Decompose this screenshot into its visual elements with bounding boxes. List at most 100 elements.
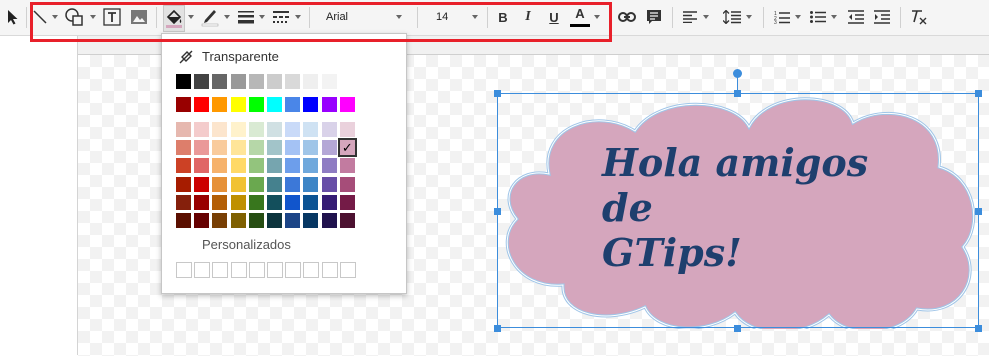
- color-swatch[interactable]: [339, 97, 355, 112]
- border-color-dropdown[interactable]: [224, 5, 230, 29]
- insert-comment-button[interactable]: [644, 5, 664, 29]
- color-swatch[interactable]: [194, 176, 210, 192]
- color-swatch[interactable]: ✓: [337, 138, 357, 158]
- color-swatch[interactable]: [176, 140, 191, 156]
- color-swatch[interactable]: [285, 122, 301, 137]
- border-color-button[interactable]: [199, 5, 221, 29]
- color-swatch[interactable]: [321, 213, 337, 228]
- color-swatch[interactable]: [285, 194, 301, 210]
- font-size-select[interactable]: 14: [426, 5, 482, 29]
- color-swatch[interactable]: [339, 194, 355, 210]
- color-swatch[interactable]: [194, 97, 210, 112]
- color-swatch[interactable]: [248, 140, 264, 156]
- color-swatch[interactable]: [285, 97, 301, 112]
- color-swatch[interactable]: [248, 213, 264, 228]
- resize-handle-sw[interactable]: [494, 325, 501, 332]
- border-weight-button[interactable]: [235, 5, 257, 29]
- color-swatch[interactable]: [176, 122, 191, 137]
- color-swatch[interactable]: [339, 74, 355, 89]
- color-swatch[interactable]: [230, 97, 246, 112]
- custom-color-slot[interactable]: [267, 262, 283, 278]
- color-swatch[interactable]: [303, 140, 319, 156]
- custom-color-slot[interactable]: [194, 262, 211, 278]
- color-swatch[interactable]: [303, 213, 319, 228]
- resize-handle-ne[interactable]: [975, 90, 982, 97]
- color-swatch[interactable]: [339, 122, 355, 137]
- color-swatch[interactable]: [303, 122, 319, 137]
- color-swatch[interactable]: [194, 74, 210, 89]
- color-swatch[interactable]: [176, 158, 191, 174]
- color-swatch[interactable]: [230, 176, 246, 192]
- color-swatch[interactable]: [176, 213, 191, 228]
- shape-dropdown[interactable]: [90, 5, 96, 29]
- transparent-option[interactable]: Transparente: [179, 49, 279, 64]
- color-swatch[interactable]: [339, 158, 355, 174]
- color-swatch[interactable]: [176, 194, 191, 210]
- color-swatch[interactable]: [339, 213, 355, 228]
- bold-button[interactable]: B: [494, 5, 512, 29]
- color-swatch[interactable]: [212, 74, 228, 89]
- color-swatch[interactable]: [285, 74, 301, 89]
- color-swatch[interactable]: [212, 194, 228, 210]
- color-swatch[interactable]: [267, 122, 282, 137]
- insert-link-button[interactable]: [617, 5, 637, 29]
- textbox-button[interactable]: [101, 5, 123, 29]
- color-swatch[interactable]: [176, 176, 191, 192]
- shape-tool-button[interactable]: [63, 5, 87, 29]
- color-swatch[interactable]: [285, 140, 301, 156]
- color-swatch[interactable]: [339, 176, 355, 192]
- clear-formatting-button[interactable]: [908, 5, 930, 29]
- resize-handle-w[interactable]: [494, 208, 501, 215]
- color-swatch[interactable]: [212, 97, 228, 112]
- color-swatch[interactable]: [194, 140, 210, 156]
- color-swatch[interactable]: [267, 97, 282, 112]
- color-swatch[interactable]: [230, 74, 246, 89]
- color-swatch[interactable]: [267, 74, 282, 89]
- color-swatch[interactable]: [212, 158, 228, 174]
- color-swatch[interactable]: [285, 213, 301, 228]
- resize-handle-se[interactable]: [975, 325, 982, 332]
- color-swatch[interactable]: [212, 213, 228, 228]
- color-swatch[interactable]: [321, 122, 337, 137]
- color-swatch[interactable]: [267, 158, 282, 174]
- color-swatch[interactable]: [176, 97, 191, 112]
- color-swatch[interactable]: [230, 158, 246, 174]
- italic-button[interactable]: I: [519, 5, 537, 29]
- color-swatch[interactable]: [321, 140, 337, 156]
- color-swatch[interactable]: [321, 74, 337, 89]
- fill-color-button[interactable]: [163, 5, 185, 32]
- border-dash-button[interactable]: [270, 5, 292, 29]
- color-swatch[interactable]: [303, 97, 319, 112]
- resize-handle-e[interactable]: [975, 208, 982, 215]
- color-swatch[interactable]: [285, 158, 301, 174]
- color-swatch[interactable]: [267, 140, 282, 156]
- color-swatch[interactable]: [212, 140, 228, 156]
- color-swatch[interactable]: [321, 158, 337, 174]
- color-swatch[interactable]: [212, 176, 228, 192]
- line-spacing-dropdown[interactable]: [746, 5, 752, 29]
- color-swatch[interactable]: [321, 176, 337, 192]
- resize-handle-s[interactable]: [734, 325, 741, 332]
- color-swatch[interactable]: [230, 122, 246, 137]
- align-button[interactable]: [680, 5, 700, 29]
- color-swatch[interactable]: [267, 176, 282, 192]
- text-color-dropdown[interactable]: [594, 5, 600, 29]
- line-tool-button[interactable]: [32, 5, 48, 29]
- select-tool-button[interactable]: [4, 5, 22, 29]
- line-dropdown[interactable]: [52, 5, 58, 29]
- custom-color-slot[interactable]: [230, 262, 247, 278]
- fill-color-dropdown[interactable]: [188, 5, 194, 29]
- numbered-list-button[interactable]: 123: [772, 5, 792, 29]
- color-swatch[interactable]: [248, 97, 264, 112]
- align-dropdown[interactable]: [703, 5, 709, 29]
- color-swatch[interactable]: [248, 158, 264, 174]
- color-swatch[interactable]: [194, 122, 210, 137]
- custom-color-slot[interactable]: [303, 262, 320, 278]
- custom-color-slot[interactable]: [212, 262, 229, 278]
- underline-button[interactable]: U: [545, 5, 563, 29]
- rotation-handle[interactable]: [733, 69, 742, 78]
- image-button[interactable]: [128, 5, 150, 29]
- color-swatch[interactable]: [212, 122, 228, 137]
- color-swatch[interactable]: [321, 194, 337, 210]
- color-swatch[interactable]: [176, 74, 191, 89]
